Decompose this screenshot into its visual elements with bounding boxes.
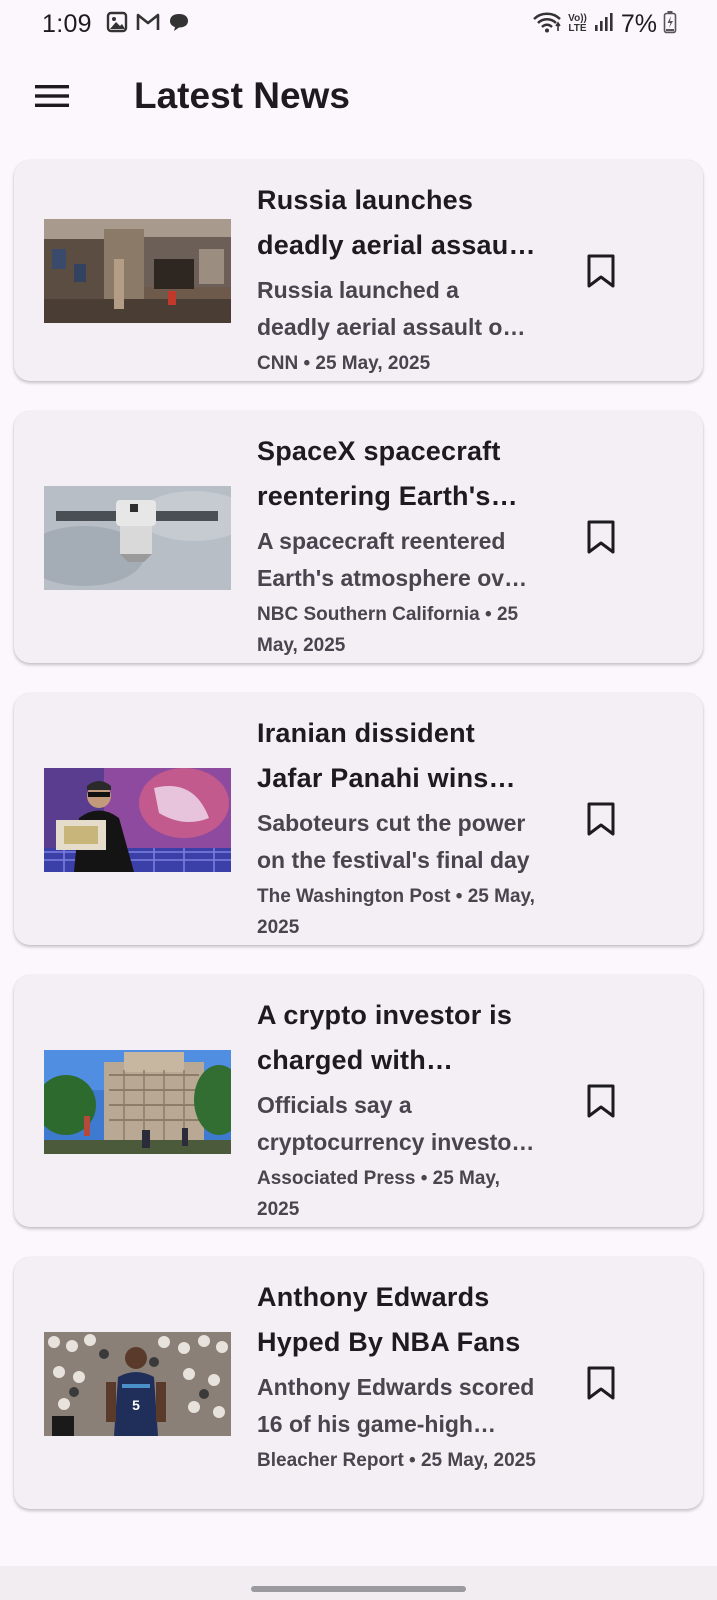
article-thumbnail bbox=[44, 486, 231, 590]
article-title: A crypto investor is charged with kidnap… bbox=[257, 1000, 513, 1075]
app-bar: Latest News bbox=[0, 56, 717, 136]
news-card[interactable]: 5 Anthony Edwards Hyped By NBA Fans Anth… bbox=[14, 1257, 703, 1509]
article-thumbnail bbox=[44, 219, 231, 323]
article-meta: Bleacher Report • 25 May, 2025 bbox=[257, 1450, 536, 1471]
article-description: Anthony Edwards scored 16 of his game-hi… bbox=[257, 1374, 535, 1437]
article-thumbnail bbox=[44, 1050, 231, 1154]
notification-icons bbox=[106, 11, 190, 38]
bookmark-icon[interactable] bbox=[579, 1361, 623, 1405]
page-title: Latest News bbox=[134, 75, 350, 116]
gesture-handle[interactable] bbox=[251, 1586, 466, 1592]
bookmark-icon[interactable] bbox=[579, 797, 623, 841]
article-meta: The Washington Post • 25 May, 2025 bbox=[257, 886, 535, 938]
navigation-bar bbox=[0, 1566, 717, 1600]
article-text: Iranian dissident Jafar Panahi wins Palm… bbox=[257, 711, 537, 943]
hamburger-menu-icon[interactable] bbox=[22, 66, 82, 126]
article-title: SpaceX spacecraft reentering Earth's atm… bbox=[257, 436, 501, 511]
article-meta: NBC Southern California • 25 May, 2025 bbox=[257, 604, 519, 656]
chat-icon bbox=[168, 11, 190, 38]
article-text: Anthony Edwards Hyped By NBA Fans Anthon… bbox=[257, 1275, 537, 1476]
article-meta: CNN • 25 May, 2025 bbox=[257, 353, 431, 374]
status-bar: 1:09 Vo)) LTE 7% bbox=[0, 0, 717, 48]
news-card[interactable]: Russia launches deadly aerial assault on… bbox=[14, 160, 703, 381]
status-bar-left: 1:09 bbox=[42, 10, 190, 39]
battery-charging-icon bbox=[663, 10, 677, 39]
bookmark-icon[interactable] bbox=[579, 1079, 623, 1123]
article-description: A spacecraft reentered Earth's atmospher… bbox=[257, 528, 526, 591]
article-thumbnail bbox=[44, 768, 231, 872]
network-type-label: Vo)) LTE bbox=[568, 13, 587, 34]
bookmark-icon[interactable] bbox=[579, 249, 623, 293]
gmail-icon bbox=[136, 12, 160, 37]
article-description: Russia launched a deadly aerial assault … bbox=[257, 277, 517, 340]
article-text: Russia launches deadly aerial assault on… bbox=[257, 178, 537, 379]
article-title: Iranian dissident Jafar Panahi wins Palm… bbox=[257, 718, 489, 793]
article-title: Russia launches deadly aerial assault on… bbox=[257, 185, 526, 260]
article-description: Saboteurs cut the power on the festival'… bbox=[257, 810, 530, 873]
news-card[interactable]: A crypto investor is charged with kidnap… bbox=[14, 975, 703, 1227]
signal-icon bbox=[593, 11, 615, 38]
article-title: Anthony Edwards Hyped By NBA Fans bbox=[257, 1282, 521, 1357]
status-bar-right: Vo)) LTE 7% bbox=[532, 10, 677, 39]
battery-percent: 7% bbox=[620, 9, 657, 38]
status-time: 1:09 bbox=[42, 9, 92, 38]
article-text: A crypto investor is charged with kidnap… bbox=[257, 993, 537, 1225]
bookmark-icon[interactable] bbox=[579, 515, 623, 559]
article-text: SpaceX spacecraft reentering Earth's atm… bbox=[257, 429, 537, 661]
article-thumbnail: 5 bbox=[44, 1332, 231, 1436]
news-card[interactable]: SpaceX spacecraft reentering Earth's atm… bbox=[14, 411, 703, 663]
article-meta: Associated Press • 25 May, 2025 bbox=[257, 1168, 500, 1220]
wifi-icon bbox=[532, 10, 562, 39]
article-description: Officials say a cryptocurrency investor … bbox=[257, 1092, 521, 1155]
news-card[interactable]: Iranian dissident Jafar Panahi wins Palm… bbox=[14, 693, 703, 945]
image-icon bbox=[106, 11, 128, 38]
svg-text:5: 5 bbox=[132, 1397, 140, 1413]
